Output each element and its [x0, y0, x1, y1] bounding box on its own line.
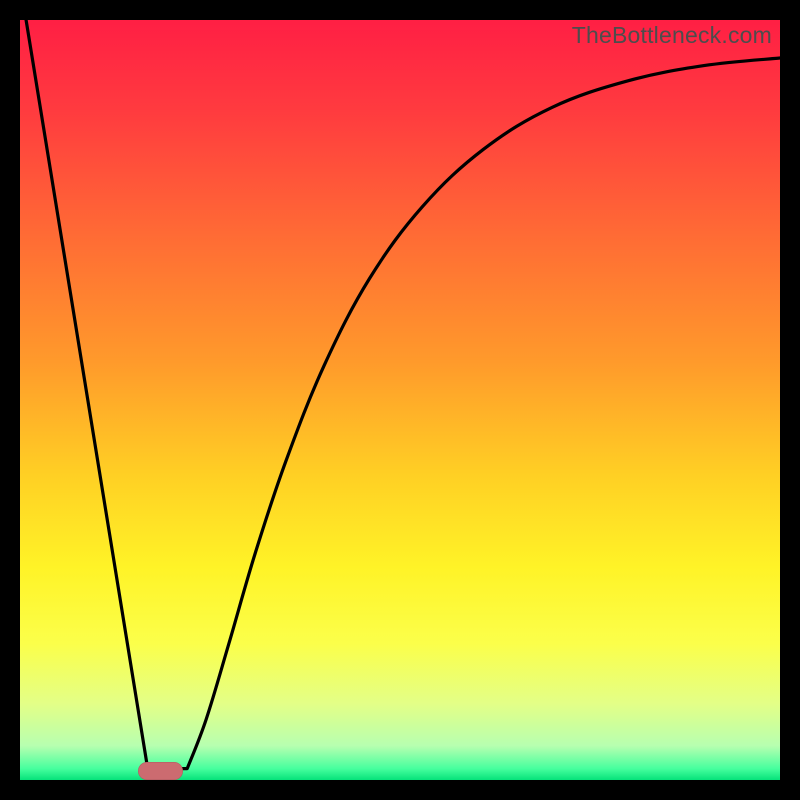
stage: TheBottleneck.com: [0, 0, 800, 800]
watermark-text: TheBottleneck.com: [572, 22, 772, 49]
background-gradient: [20, 20, 780, 780]
plot-frame: TheBottleneck.com: [20, 20, 780, 780]
optimal-marker: [138, 762, 184, 780]
